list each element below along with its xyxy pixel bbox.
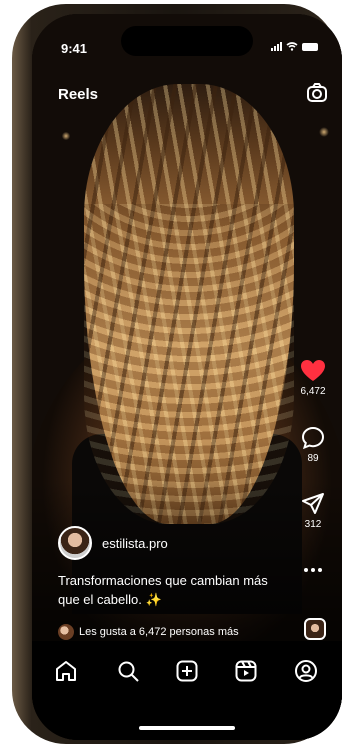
comment-count: 89 (307, 453, 319, 464)
post-author[interactable]: estilista.pro (58, 526, 168, 560)
home-icon[interactable] (54, 659, 78, 683)
likes-text: Les gusta a 6,472 personas más (79, 626, 239, 638)
author-username[interactable]: estilista.pro (102, 536, 168, 551)
more-icon (304, 568, 322, 572)
post-caption: Transformaciones que cambian más que el … (58, 573, 268, 607)
screen: 9:41 Reels 6,472 89 312 estilista.pro Tr… (32, 14, 342, 740)
more-button[interactable] (296, 567, 330, 573)
send-icon (302, 493, 324, 514)
comment-icon (301, 426, 325, 450)
comment-button[interactable]: 89 (296, 426, 330, 464)
like-button[interactable]: 6,472 (296, 359, 330, 397)
home-indicator[interactable] (139, 726, 235, 730)
reels-icon[interactable] (234, 659, 258, 683)
liker-avatar (58, 624, 74, 640)
camera-icon[interactable] (306, 82, 328, 104)
reel-image-hair-waves (84, 204, 294, 524)
likes-summary[interactable]: Les gusta a 6,472 personas más (58, 624, 239, 640)
wifi-icon (286, 42, 298, 51)
add-icon[interactable] (175, 659, 199, 683)
share-button[interactable]: 312 (296, 492, 330, 530)
like-count: 6,472 (300, 386, 326, 397)
search-icon[interactable] (116, 659, 140, 683)
bottom-tab-bar (32, 641, 342, 740)
status-icons (271, 42, 318, 51)
signal-icon (271, 42, 282, 51)
phone-frame: 9:41 Reels 6,472 89 312 estilista.pro Tr… (12, 4, 342, 744)
status-time: 9:41 (61, 41, 88, 56)
heart-icon (301, 360, 325, 381)
dynamic-island (121, 26, 253, 56)
audio-thumbnail[interactable] (304, 618, 326, 640)
page-title: Reels (58, 86, 99, 103)
profile-icon[interactable] (294, 659, 318, 683)
battery-icon (302, 43, 318, 51)
share-count: 312 (304, 519, 322, 530)
avatar[interactable] (58, 526, 92, 560)
